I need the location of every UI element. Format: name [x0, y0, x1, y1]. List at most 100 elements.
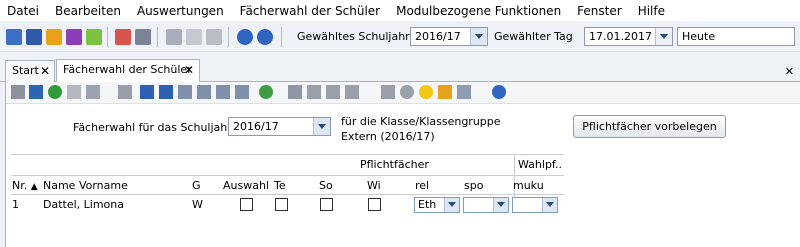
pflichtfaecher-vorbelegen-button[interactable]: Pflichtfächer vorbelegen — [573, 115, 726, 138]
col-header-auswahl[interactable]: Auswahl — [223, 178, 269, 194]
menu-faecherwahl[interactable]: Fächerwahl der Schüler — [240, 4, 380, 18]
lightning-icon[interactable] — [206, 29, 222, 45]
tab-faecherwahl-label: Fächerwahl der Schüler — [63, 63, 192, 76]
sort-asc-icon: ▲ — [30, 182, 38, 192]
cut-icon[interactable] — [307, 85, 321, 99]
chevron-down-icon[interactable] — [542, 198, 557, 212]
view-icon[interactable] — [400, 85, 414, 99]
close-icon[interactable]: ✕ — [184, 60, 194, 80]
chevron-down-icon[interactable] — [313, 118, 330, 135]
auswahl-checkbox[interactable] — [240, 198, 253, 211]
close-icon[interactable]: ✕ — [785, 65, 794, 78]
main-toolbar: Gewähltes Schuljahr 2016/17 Gewählter Ta… — [0, 22, 800, 52]
tab-start-label: Start — [12, 64, 39, 77]
export-icon[interactable] — [186, 29, 202, 45]
col-header-nr-label: Nr. — [12, 179, 28, 192]
col-header-muku[interactable]: muku — [513, 178, 544, 194]
col-header-nr[interactable]: Nr. ▲ — [12, 178, 38, 195]
arrow-left-icon[interactable] — [288, 85, 302, 99]
group-header-pflicht: Pflichtfächer — [360, 158, 429, 171]
next-page-icon[interactable] — [216, 85, 230, 99]
grid-divider — [11, 175, 564, 176]
col-header-spo[interactable]: spo — [464, 178, 483, 194]
filter-icon[interactable] — [381, 85, 395, 99]
wi-checkbox[interactable] — [368, 198, 381, 211]
save-icon[interactable] — [29, 85, 43, 99]
col-header-g[interactable]: G — [192, 178, 201, 194]
toolbar-separator — [228, 27, 229, 47]
chevron-down-icon[interactable] — [655, 28, 672, 45]
muku-select[interactable] — [512, 197, 558, 213]
help-icon[interactable] — [492, 85, 506, 99]
spo-select[interactable] — [463, 197, 509, 213]
col-header-te[interactable]: Te — [274, 178, 286, 194]
print-icon[interactable] — [11, 85, 25, 99]
rel-select-value: Eth — [418, 198, 437, 211]
lightbulb-icon[interactable] — [419, 85, 433, 99]
chat-icon[interactable] — [66, 29, 82, 45]
message-icon[interactable] — [86, 29, 102, 45]
group-icon[interactable] — [46, 29, 62, 45]
window-icon[interactable] — [457, 85, 471, 99]
toolbar-separator — [157, 27, 158, 47]
menu-bearbeiten[interactable]: Bearbeiten — [55, 4, 121, 18]
next-record-icon[interactable] — [197, 85, 211, 99]
clean-icon[interactable] — [438, 85, 452, 99]
chevron-down-icon[interactable] — [444, 198, 459, 212]
so-checkbox[interactable] — [320, 198, 333, 211]
calculator-icon[interactable] — [135, 29, 151, 45]
col-header-name[interactable]: Name Vorname — [43, 178, 128, 194]
people-icon[interactable] — [6, 29, 22, 45]
col-header-rel[interactable]: rel — [415, 178, 429, 194]
tag-label: Gewählter Tag — [494, 30, 573, 43]
teacher-icon[interactable] — [26, 29, 42, 45]
previous-page-icon[interactable] — [159, 85, 173, 99]
form-schuljahr-select[interactable]: 2016/17 — [228, 117, 331, 136]
col-header-wi[interactable]: Wi — [367, 178, 381, 194]
tab-strip: Start ✕ Fächerwahl der Schüler ✕ ✕ — [0, 55, 800, 82]
schuljahr-select-value: 2016/17 — [415, 30, 461, 43]
heute-field[interactable]: Heute — [677, 27, 795, 46]
tag-date-value: 17.01.2017 — [589, 30, 652, 43]
form-schuljahr-value: 2016/17 — [233, 120, 279, 133]
group-header-wahl: Wahlpf.. — [518, 158, 562, 171]
chevron-down-icon[interactable] — [493, 198, 508, 212]
delete-icon[interactable] — [67, 85, 81, 99]
chevron-down-icon[interactable] — [470, 28, 487, 45]
first-record-icon[interactable] — [140, 85, 154, 99]
undo-icon[interactable] — [48, 85, 62, 99]
tag-date-field[interactable]: 17.01.2017 — [584, 27, 673, 46]
schuljahr-select[interactable]: 2016/17 — [410, 27, 488, 46]
record-toolbar — [6, 82, 800, 104]
new-record-icon[interactable] — [86, 85, 100, 99]
close-icon[interactable]: ✕ — [40, 61, 50, 81]
copy-icon[interactable] — [118, 85, 132, 99]
tab-faecherwahl[interactable]: Fächerwahl der Schüler ✕ — [56, 59, 200, 82]
klasse-label: für die Klasse/Klassengruppe — [341, 115, 501, 128]
row-name: Dattel, Limona — [43, 198, 124, 211]
te-checkbox[interactable] — [275, 198, 288, 211]
grid-border — [11, 154, 564, 155]
schuljahr-label: Gewähltes Schuljahr — [297, 30, 410, 43]
module-icon[interactable] — [166, 29, 182, 45]
rel-select[interactable]: Eth — [414, 197, 460, 213]
tab-start[interactable]: Start ✕ — [5, 60, 55, 82]
menu-datei[interactable]: Datei — [7, 4, 39, 18]
row-g: W — [192, 198, 203, 211]
grid-divider — [11, 194, 564, 195]
menu-fenster[interactable]: Fenster — [577, 4, 622, 18]
menu-modulbezogene-funktionen[interactable]: Modulbezogene Funktionen — [396, 4, 561, 18]
book-icon[interactable] — [115, 29, 131, 45]
menu-auswertungen[interactable]: Auswertungen — [137, 4, 224, 18]
col-header-so[interactable]: So — [319, 178, 333, 194]
last-record-icon[interactable] — [235, 85, 249, 99]
toolbar-separator — [281, 27, 282, 47]
copy-icon[interactable] — [326, 85, 340, 99]
menu-hilfe[interactable]: Hilfe — [638, 4, 665, 18]
paste-icon[interactable] — [345, 85, 359, 99]
refresh-icon[interactable] — [259, 85, 273, 99]
info-icon[interactable] — [237, 29, 253, 45]
previous-record-icon[interactable] — [178, 85, 192, 99]
form-schuljahr-label: Fächerwahl für das Schuljahr — [73, 121, 232, 134]
help-icon[interactable] — [257, 29, 273, 45]
